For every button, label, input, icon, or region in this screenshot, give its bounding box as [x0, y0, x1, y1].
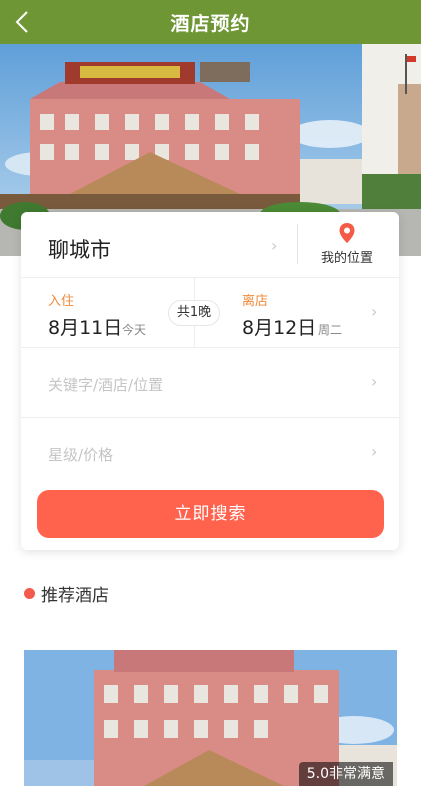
- back-button[interactable]: [8, 6, 36, 38]
- date-row[interactable]: 入住 8月11日 今天 共1晚 离店 8月12日 周二 ›: [21, 278, 399, 348]
- checkout-date[interactable]: 8月12日: [242, 313, 316, 340]
- checkout-day: 周二: [318, 323, 343, 337]
- checkin-day: 今天: [122, 323, 147, 337]
- my-location-label: 我的位置: [320, 251, 373, 266]
- chevron-right-icon: ›: [371, 302, 378, 321]
- chevron-left-icon: [15, 11, 28, 33]
- bullet-dot-icon: [24, 588, 35, 599]
- star-price-row[interactable]: 星级/价格 ›: [21, 418, 399, 488]
- city-row: 聊城市 › 我的位置: [21, 212, 399, 278]
- checkin-date[interactable]: 8月11日: [48, 313, 122, 340]
- recommended-section-title: 推荐酒店: [24, 581, 109, 606]
- checkout-label: 离店: [242, 294, 269, 309]
- chevron-right-icon: ›: [371, 372, 378, 391]
- search-button[interactable]: 立即搜索: [37, 490, 384, 538]
- nights-badge: 共1晚: [168, 300, 220, 326]
- my-location-button[interactable]: 我的位置: [311, 222, 383, 266]
- recommended-title: 推荐酒店: [41, 586, 109, 606]
- divider: [297, 224, 298, 264]
- top-bar: 酒店预约: [0, 0, 421, 44]
- chevron-right-icon: ›: [371, 442, 378, 461]
- page-title: 酒店预约: [170, 12, 251, 35]
- hotel-search-card: 聊城市 › 我的位置 入住 8月11日 今天 共1晚 离店 8月12日 周二 ›…: [21, 212, 399, 550]
- location-pin-icon: [339, 223, 355, 243]
- chevron-right-icon: ›: [271, 236, 278, 255]
- city-selector[interactable]: 聊城市: [48, 234, 111, 264]
- star-price-input[interactable]: 星级/价格: [48, 444, 113, 465]
- recommended-hotel-card[interactable]: 5.0非常满意: [24, 650, 397, 786]
- checkin-label: 入住: [48, 294, 75, 309]
- keyword-row[interactable]: 关键字/酒店/位置 ›: [21, 348, 399, 418]
- rating-badge: 5.0非常满意: [298, 762, 393, 786]
- keyword-input[interactable]: 关键字/酒店/位置: [48, 374, 163, 395]
